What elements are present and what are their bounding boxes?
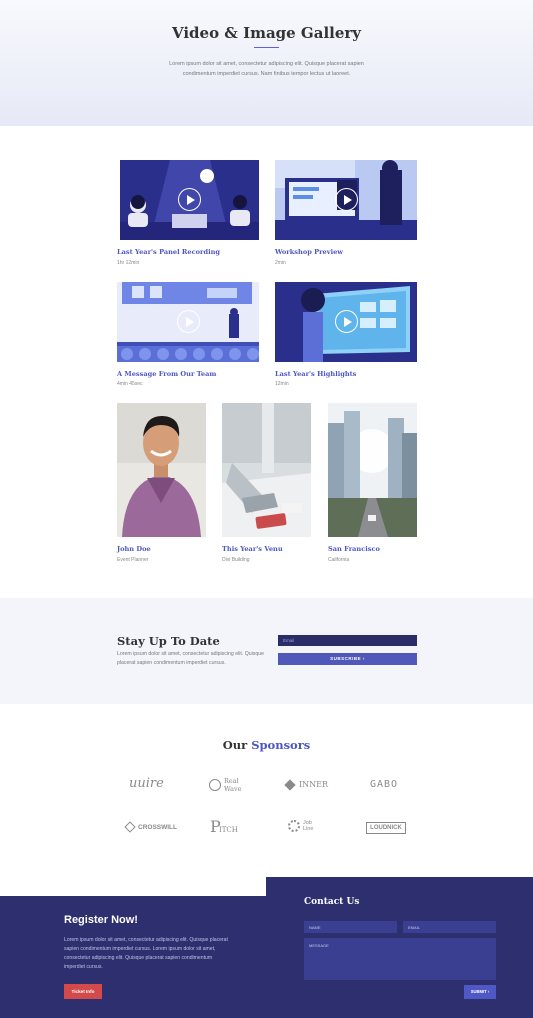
email-field[interactable] (403, 921, 496, 933)
video-title[interactable]: Workshop Preview (275, 248, 343, 256)
subscribe-button[interactable]: SUBSCRIBE › (278, 653, 417, 665)
sponsor-logo-loudnick: LOUDNICK (366, 822, 406, 834)
sponsors-title-text: Our (222, 738, 252, 752)
play-icon[interactable] (335, 188, 358, 211)
message-field[interactable] (304, 938, 496, 980)
video-title[interactable]: Last Year's Highlights (275, 370, 356, 378)
city-title[interactable]: San Francisco (328, 545, 380, 553)
video-duration: 2min (275, 260, 286, 266)
venue-title[interactable]: This Year's Venu (222, 545, 283, 553)
sponsor-logo-text: Job Line (303, 820, 314, 832)
sponsors-title: Our Sponsors (0, 738, 533, 752)
play-icon[interactable] (335, 310, 358, 333)
submit-button[interactable]: SUBMIT › (464, 985, 496, 999)
contact-title: Contact Us (304, 897, 360, 907)
ticket-info-button[interactable]: Ticket Info (64, 984, 102, 999)
diamond-icon (284, 779, 296, 791)
register-description: Lorem ipsum dolor sit amet, consectetur … (64, 937, 228, 970)
cross-diamond-icon (124, 821, 136, 833)
venue-image[interactable] (222, 403, 311, 537)
venue-subtitle: Divi Building (222, 557, 250, 563)
newsletter-description: Lorem ipsum dolor sit amet, consectetur … (117, 651, 265, 666)
video-duration: 12min (275, 381, 289, 387)
name-field[interactable] (304, 921, 397, 933)
city-subtitle: California (328, 557, 350, 563)
video-duration: 1hr 12min (117, 260, 140, 266)
city-image[interactable] (328, 403, 417, 537)
title-divider (254, 47, 279, 48)
video-title[interactable]: Last Year's Panel Recording (117, 248, 220, 256)
video-title[interactable]: A Message From Our Team (117, 370, 216, 378)
newsletter-section: Stay Up To Date Lorem ipsum dolor sit am… (0, 598, 533, 704)
sponsor-logo-text: Real Wave (224, 777, 242, 793)
portrait-image[interactable] (117, 403, 206, 537)
email-input[interactable] (278, 635, 417, 646)
page-title: Video & Image Gallery (171, 24, 362, 42)
sponsor-logo-text: CROSSWILL (138, 824, 177, 831)
header-description: Lorem ipsum dolor sit amet, consectetur … (169, 61, 364, 77)
gear-icon (288, 820, 300, 832)
sponsor-logo-text: ITCH (219, 826, 238, 834)
person-role: Event Planner (117, 557, 149, 563)
sponsor-logo-gabo: GABO (370, 779, 399, 790)
sponsor-logo-text: INNER (299, 780, 329, 789)
play-icon[interactable] (177, 310, 200, 333)
register-title: Register Now! (64, 914, 138, 926)
gallery-header: Video & Image Gallery Lorem ipsum dolor … (0, 0, 533, 126)
sponsors-title-accent: Sponsors (251, 738, 311, 752)
play-icon[interactable] (178, 188, 201, 211)
video-duration: 4min 45sec (117, 381, 143, 387)
sponsor-logo-uuire: uuire (129, 776, 164, 791)
wave-icon (209, 779, 221, 791)
newsletter-title: Stay Up To Date (117, 634, 220, 648)
person-name[interactable]: John Doe (117, 545, 151, 553)
